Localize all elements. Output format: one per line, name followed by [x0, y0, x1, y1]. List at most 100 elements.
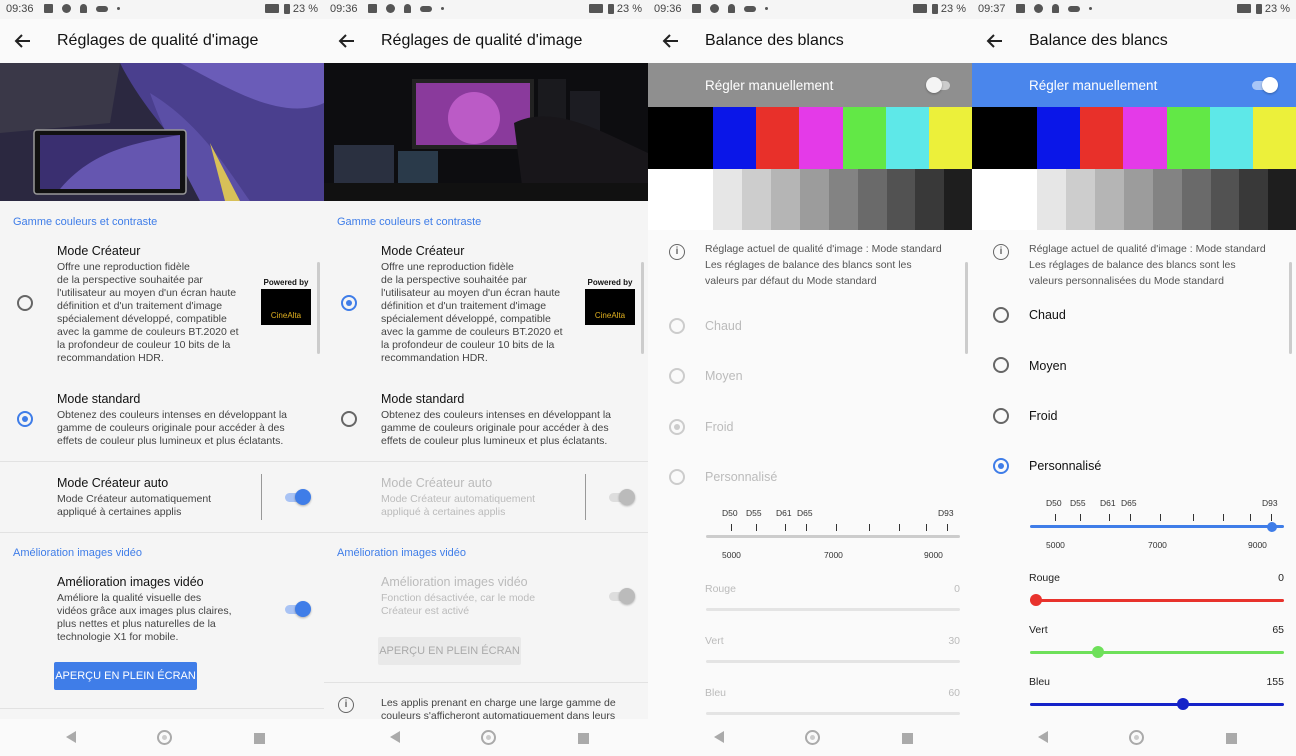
video-enhancement-title: Amélioration images vidéo: [381, 575, 528, 589]
white-balance-info: Réglage actuel de qualité d'image : Mode…: [1029, 243, 1266, 287]
nav-recents-icon[interactable]: [578, 733, 589, 744]
scale-num-7000: 7000: [824, 550, 843, 560]
scrollbar[interactable]: [1289, 262, 1292, 354]
bulb-icon: [728, 4, 735, 13]
vertical-divider: [261, 474, 262, 520]
blue-slider[interactable]: [706, 712, 960, 715]
option-warm-label: Chaud: [1029, 308, 1066, 322]
back-arrow-icon[interactable]: [12, 30, 34, 52]
nav-home-icon[interactable]: [157, 730, 172, 745]
scale-label-d55: D55: [1070, 498, 1086, 508]
cinealta-logo: Powered by CineAlta: [259, 278, 313, 326]
fullscreen-preview-button[interactable]: APERÇU EN PLEIN ÉCRAN: [54, 662, 197, 690]
radio-creator-mode[interactable]: [341, 295, 357, 311]
nav-recents-icon[interactable]: [1226, 733, 1237, 744]
radio-warm[interactable]: [669, 318, 685, 334]
fullscreen-preview-button[interactable]: APERÇU EN PLEIN ÉCRAN: [378, 637, 521, 665]
manual-adjust-bar[interactable]: Régler manuellement: [972, 63, 1296, 107]
toolbar: Balance des blancs: [972, 19, 1296, 63]
radio-standard-mode[interactable]: [341, 411, 357, 427]
back-arrow-icon[interactable]: [660, 30, 682, 52]
creator-mode-desc: Offre une reproduction fidèle de la pers…: [57, 261, 239, 364]
manual-adjust-toggle[interactable]: [1250, 77, 1278, 93]
toolbar: Réglages de qualité d'image: [324, 19, 648, 63]
auto-creator-toggle[interactable]: [607, 489, 635, 505]
green-label: Vert: [705, 635, 724, 647]
battery-icon: [1256, 4, 1262, 14]
divider: [0, 461, 324, 462]
radio-creator-mode[interactable]: [17, 295, 33, 311]
color-temp-thumb[interactable]: [1267, 522, 1277, 532]
nav-back-icon[interactable]: [66, 731, 76, 743]
divider: [0, 708, 324, 709]
radio-medium[interactable]: [669, 368, 685, 384]
option-medium-label: Moyen: [1029, 359, 1067, 373]
radio-cold[interactable]: [993, 408, 1009, 424]
page-title: Réglages de qualité d'image: [381, 32, 583, 49]
scale-num-7000: 7000: [1148, 540, 1167, 550]
bulb-icon: [1052, 4, 1059, 13]
scrollbar[interactable]: [317, 262, 320, 354]
gear-icon: [62, 4, 71, 13]
cinealta-badge: CineAlta: [585, 289, 635, 325]
green-slider[interactable]: [706, 660, 960, 663]
panel-white-balance-off: 09:36 23 % Balance des blancs Régler man…: [648, 0, 972, 756]
scale-label-d93: D93: [938, 508, 954, 518]
red-slider-thumb[interactable]: [1030, 594, 1042, 606]
back-arrow-icon[interactable]: [336, 30, 358, 52]
nav-recents-icon[interactable]: [902, 733, 913, 744]
info-icon: i: [669, 244, 685, 260]
nav-back-icon[interactable]: [714, 731, 724, 743]
red-slider[interactable]: [706, 608, 960, 611]
nav-bar: [0, 719, 324, 756]
white-balance-info: Réglage actuel de qualité d'image : Mode…: [705, 243, 942, 287]
nav-back-icon[interactable]: [390, 731, 400, 743]
back-arrow-icon[interactable]: [984, 30, 1006, 52]
status-bar: 09:36 23 %: [324, 0, 648, 19]
dot-icon: [1089, 7, 1092, 10]
auto-creator-toggle[interactable]: [283, 489, 311, 505]
radio-warm[interactable]: [993, 307, 1009, 323]
scale-label-d65: D65: [797, 508, 813, 518]
nav-home-icon[interactable]: [481, 730, 496, 745]
battery-percent: 23 %: [616, 3, 642, 15]
wifi-icon: [1237, 4, 1251, 13]
creator-mode-title: Mode Créateur: [57, 244, 141, 258]
green-slider-thumb[interactable]: [1091, 646, 1104, 658]
battery-percent: 23 %: [1264, 3, 1290, 15]
red-label: Rouge: [705, 583, 736, 595]
radio-standard-mode[interactable]: [17, 411, 33, 427]
video-enhancement-toggle[interactable]: [283, 601, 311, 617]
nav-home-icon[interactable]: [1129, 730, 1144, 745]
option-cold-label: Froid: [1029, 409, 1058, 423]
nav-back-icon[interactable]: [1038, 731, 1048, 743]
hero-image: [324, 63, 648, 201]
blue-slider[interactable]: [1030, 698, 1284, 710]
gallery-icon: [692, 4, 701, 13]
scrollbar[interactable]: [965, 262, 968, 354]
red-slider[interactable]: [1030, 594, 1284, 606]
manual-adjust-toggle[interactable]: [926, 77, 952, 93]
scrollbar[interactable]: [641, 262, 644, 354]
screenshot-collage: 09:36 23 % Réglages de qualité d'image G…: [0, 0, 1296, 756]
cinealta-logo: Powered by CineAlta: [583, 278, 637, 326]
nav-home-icon[interactable]: [805, 730, 820, 745]
color-test-pattern: [972, 107, 1296, 230]
section-color-gamut: Gamme couleurs et contraste: [337, 216, 482, 228]
nav-recents-icon[interactable]: [254, 733, 265, 744]
option-custom-label: Personnalisé: [1029, 459, 1102, 473]
standard-mode-title: Mode standard: [381, 392, 465, 406]
color-temp-scale[interactable]: D50 D55 D61 D65 D93 5000 7000 9000: [1030, 498, 1284, 550]
battery-icon: [932, 4, 938, 14]
green-slider[interactable]: [1030, 646, 1284, 658]
scale-label-d55: D55: [746, 508, 762, 518]
radio-medium[interactable]: [993, 357, 1009, 373]
option-cold-label: Froid: [705, 420, 734, 434]
blue-slider-thumb[interactable]: [1177, 698, 1190, 710]
radio-custom[interactable]: [669, 469, 685, 485]
manual-adjust-bar[interactable]: Régler manuellement: [648, 63, 972, 107]
video-enhancement-toggle[interactable]: [607, 588, 635, 604]
radio-cold[interactable]: [669, 419, 685, 435]
divider: [324, 532, 648, 533]
radio-custom[interactable]: [993, 458, 1009, 474]
